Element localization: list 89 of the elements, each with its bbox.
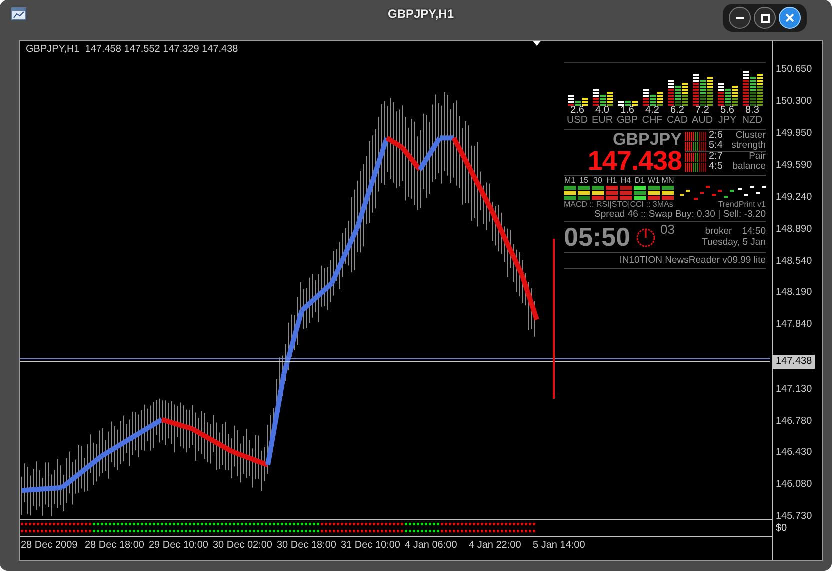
indicator-scale-label: $0 — [776, 523, 788, 534]
timeframe-label: W1 — [648, 177, 660, 185]
chart-header: GBPJPY,H1 147.458 147.552 147.329 147.438 — [26, 44, 238, 55]
broker-time: 14:50 — [742, 226, 766, 237]
currency-code: NZD — [742, 116, 763, 126]
date-label: 31 Dec 10:00 — [341, 539, 402, 553]
price-label: 148.890 — [776, 222, 812, 237]
currency-code: GBP — [616, 116, 638, 126]
timeframe-label: MN — [662, 177, 674, 185]
timeframe-label: 30 — [594, 177, 602, 185]
strength-meter-drawing — [568, 95, 588, 106]
timeframe-label: D1 — [634, 177, 646, 185]
maximize-icon — [760, 14, 770, 22]
price-label: 146.780 — [776, 414, 812, 429]
currency-value: 1.6 — [620, 106, 634, 116]
maximize-button[interactable] — [754, 7, 776, 29]
price-label: 147.130 — [776, 382, 812, 397]
balance-bars-icon — [685, 142, 707, 150]
currency-value: 5.6 — [720, 106, 734, 116]
strength-meter-drawing — [742, 71, 762, 106]
minutes-value: 03 — [660, 222, 675, 237]
date-label: 29 Dec 10:00 — [149, 539, 210, 553]
currency-code: AUD — [692, 116, 714, 126]
shift-marker-icon — [533, 41, 541, 46]
newsreader-label: IN10TION NewsReader v09.99 lite — [564, 253, 766, 269]
balance-bars-icon — [685, 162, 707, 172]
minimize-button[interactable] — [729, 7, 751, 29]
balance-label: Cluster strength — [730, 131, 766, 151]
currency-code: CHF — [642, 116, 663, 126]
price-label: 146.430 — [776, 446, 812, 460]
broker-date: Tuesday, 5 Jan — [702, 237, 766, 248]
chart-window-icon — [11, 6, 27, 22]
timeframe-label: H4 — [620, 177, 632, 185]
price-label: 150.650 — [776, 63, 812, 77]
strength-meter-drawing — [592, 89, 612, 106]
price-label: 145.730 — [776, 510, 812, 524]
date-label: 4 Jan 22:00 — [469, 539, 522, 553]
price-label: 149.240 — [776, 191, 812, 206]
currency-code: USD — [566, 116, 588, 126]
broker-label: broker — [705, 226, 732, 237]
ratio-value: 4:5 — [709, 162, 723, 172]
date-label: 30 Dec 02:00 — [213, 539, 274, 553]
ratio-value: 2:7 — [709, 152, 723, 162]
trendprint-label: TrendPrint v1 — [718, 200, 766, 209]
currency-code: CAD — [666, 116, 688, 126]
date-label: 5 Jan 14:00 — [533, 539, 586, 553]
price-label: 150.300 — [776, 94, 812, 109]
currency-value: 4.0 — [596, 106, 610, 116]
price-label: 149.950 — [776, 126, 812, 141]
strength-meter-drawing — [668, 80, 688, 106]
indicators-label: MACD :: RSI|STO|CCI :: 3MAs — [564, 200, 674, 209]
currency-value: 7.2 — [696, 106, 710, 116]
ratio-value: 5:4 — [709, 141, 723, 151]
price-label: 148.540 — [776, 254, 812, 269]
balance-bars-icon — [685, 132, 707, 140]
symbol-price: 147.438 — [588, 148, 682, 174]
price-label: 149.590 — [776, 159, 812, 174]
minimize-icon — [736, 17, 744, 19]
currency-code: EUR — [592, 116, 614, 126]
timeframe-label: M1 — [564, 177, 576, 185]
strength-meter-drawing — [618, 101, 638, 106]
currency-code: JPY — [718, 116, 737, 126]
symbol-name: GBPJPY — [613, 131, 682, 148]
currency-value: 6.2 — [670, 106, 684, 116]
strength-meter-drawing — [718, 83, 738, 106]
ratio-value: 2:6 — [709, 131, 723, 141]
strength-meter-drawing — [642, 89, 662, 106]
balance-bars-icon — [685, 152, 707, 162]
date-label: 28 Dec 2009 — [21, 539, 79, 553]
countdown-timer: 05:50 — [564, 222, 630, 252]
timeframe-label: 15 — [580, 177, 588, 185]
spread-swap-text: Spread 46 :: Swap Buy: 0.30 | Sell: -3.20 — [564, 209, 766, 222]
currency-value: 4.2 — [646, 106, 660, 116]
price-label: 148.190 — [776, 286, 812, 300]
balance-label: Pair balance — [732, 152, 766, 172]
date-label: 28 Dec 18:00 — [85, 539, 146, 553]
window-title: GBPJPY,H1 — [388, 7, 454, 21]
timeframe-label: H1 — [606, 177, 618, 185]
stopwatch-icon — [636, 226, 656, 248]
strength-meter-drawing — [692, 74, 712, 106]
date-label: 4 Jan 06:00 — [405, 539, 458, 553]
currency-value: 2.6 — [570, 106, 584, 116]
price-label: 146.080 — [776, 478, 812, 492]
close-button[interactable] — [779, 7, 801, 29]
currency-value: 8.3 — [746, 106, 760, 116]
close-icon — [786, 14, 794, 22]
date-label: 30 Dec 18:00 — [277, 539, 338, 553]
price-label: 147.840 — [776, 318, 812, 332]
current-price-label: 147.438 — [773, 354, 816, 369]
